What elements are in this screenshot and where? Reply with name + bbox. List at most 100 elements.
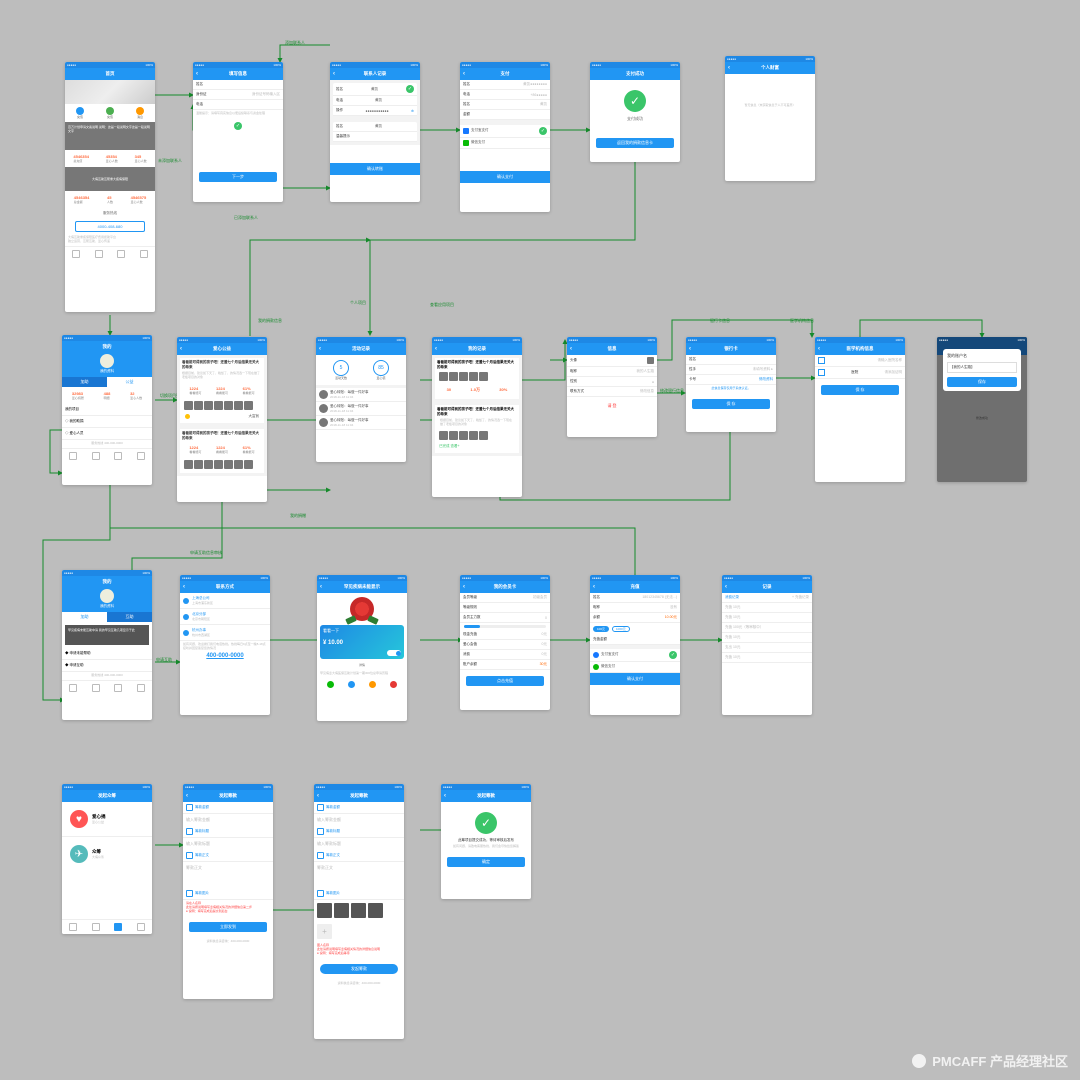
modal-input[interactable]: 【我的人生路】 (947, 362, 1017, 373)
screen-modal: ●●●●●100% 我的账户名 【我的人生路】 保存 修改成功 (937, 337, 1027, 482)
banner-card[interactable]: 百万计划申请文案说明 说明：这是一段说明文字这是一段说明文字 (65, 122, 155, 150)
title-icon (186, 828, 193, 835)
option-heart[interactable]: ♥ 爱心捐爱心公益 (62, 802, 152, 837)
share-qq-icon[interactable] (348, 681, 355, 688)
plus-icon: ⊕ (411, 109, 414, 113)
pay-alipay[interactable]: 支付宝支付✓ (460, 125, 550, 138)
doc-icon (818, 357, 825, 364)
watermark: PMCAFF 产品经理社区 (912, 1051, 1068, 1070)
screen-track: ●●●●●100% ‹活动记录 5活动天数 85爱心值 爱心转账：每做一件好事2… (316, 337, 406, 462)
avatar[interactable] (100, 589, 114, 603)
modal-save[interactable]: 保存 (947, 377, 1017, 387)
photo-icon (186, 890, 193, 897)
lbl-bank-card: 银行卡信息 (710, 318, 730, 324)
lbl-confirm: 申请互助信息审核 (190, 550, 222, 556)
screen-fund-form-2: ●●●●●100% ‹发起筹款 筹款金额 输入筹款金额 筹款标题 输入筹款标题 … (314, 784, 404, 1039)
plane-icon: ✈ (70, 845, 88, 863)
screen-records: ●●●●●100% ‹记录 消费记录+ 充值记录 充值 10元 充值 10元 充… (722, 575, 812, 715)
screen-disease-detail: ●●●●●100% ‹罕见疾病未能显示 看看一下 ¥ 10.00 详情 罕见病患… (317, 575, 407, 721)
submit-button[interactable]: 立即发到 (189, 922, 267, 932)
success-icon: ✓ (624, 90, 646, 112)
screen-aid: ●●●●●100% 发起众筹 ♥ 爱心捐爱心公益 ✈ 众筹大病众筹 (62, 784, 152, 934)
sub-banner[interactable]: 大病互助互帮重大疾病保障 (65, 167, 155, 191)
pen-icon (818, 369, 825, 376)
text-icon (186, 852, 193, 859)
next-button[interactable]: 下一步 (199, 172, 277, 182)
lbl-view-project: 查看应用项目 (430, 302, 454, 308)
heart-icon: ♥ (70, 810, 88, 828)
lbl-view-donation: 我的捐款信息 (258, 318, 282, 324)
author-icon (185, 414, 190, 419)
money-icon (186, 804, 193, 811)
back-icon[interactable]: ‹ (196, 71, 198, 77)
lbl-batch: 已添加联系人 (234, 215, 258, 221)
screen-hospital: ●●●●●100% ‹医学机构信息 请输入医院名称 医院请添加证明 保 存 (815, 337, 905, 482)
lbl-add-contact: 添加联系人 (285, 40, 305, 46)
share-wechat-icon[interactable] (327, 681, 334, 688)
screen-topup: ●●●●●100% ‹充值 姓名18012345678 (无法...) 昵称没有… (590, 575, 680, 715)
rename-modal: 我的账户名 【我的人生路】 保存 (943, 349, 1021, 391)
pay-button[interactable]: 确认支付 (590, 673, 680, 685)
back-button[interactable]: 返回我的捐款信息卡 (596, 138, 674, 148)
toggle[interactable] (387, 650, 401, 656)
screen-me: ●●●●●100% 我的 我的资料 加助公益 32983爱心捐赠 488明细 3… (62, 335, 152, 485)
logo-icon (912, 1054, 926, 1068)
chip-icon[interactable] (136, 107, 144, 115)
menu-people[interactable]: ◇ 爱心人员 (62, 428, 152, 440)
share-qzone-icon[interactable] (369, 681, 376, 688)
submit-button[interactable]: 发起筹款 (320, 964, 398, 974)
membership-card: 看看一下 ¥ 10.00 (320, 625, 404, 659)
screen-fund-success: ●●●●●100% ‹发起筹款 ✓ 此筹项目提交成功，等待审核后发布 如有问题，… (441, 784, 531, 899)
save-button[interactable]: 保 存 (821, 385, 899, 395)
screen-info: ●●●●●100% ‹信息 头像 昵称我的人生路 性别● 联系方式修改信息 请 … (567, 337, 657, 437)
field-phone[interactable]: 电话 (193, 100, 283, 110)
pay-button[interactable]: 确认支付 (460, 171, 550, 183)
screen-pay: ●●●●●100% ‹支付 姓名黄凯●●●●●●●● 电话+86●●●●● 姓名… (460, 62, 550, 212)
ok-button[interactable]: 确定 (447, 857, 525, 867)
title-input[interactable]: 输入筹款标题 (183, 838, 273, 850)
confirm-button[interactable]: 确认转账 (330, 163, 420, 175)
screen-home: ●●●●●100% 首页 充值 充值 消息 百万计划申请文案说明 说明：这是一段… (65, 62, 155, 312)
lbl-personal: 个人项目 (350, 300, 366, 306)
phone-link[interactable]: 400-000-0000 (180, 653, 270, 659)
logout-button[interactable]: 请 登 (567, 397, 657, 415)
chip-icon[interactable] (106, 107, 114, 115)
menu-donate[interactable]: ◇ 我的助捐 (62, 416, 152, 428)
avatar[interactable] (100, 354, 114, 368)
chip-icon[interactable] (76, 107, 84, 115)
phone-btn[interactable]: 4000-408-680 (75, 221, 145, 232)
add-photo[interactable]: + (317, 924, 332, 939)
option-crowd[interactable]: ✈ 众筹大病众筹 (62, 837, 152, 871)
lbl-my-don: 我的捐赠 (290, 513, 306, 519)
back-icon[interactable]: ‹ (333, 71, 335, 77)
check-icon: ✓ (234, 122, 242, 130)
stats-row-2: 4546354总金额 45人数 4546575爱心人数 (65, 191, 155, 208)
recharge-button[interactable]: 点击充值 (466, 676, 544, 686)
screen-fund-form-1: ●●●●●100% ‹发起筹款 筹款金额 输入筹款金额 筹款标题 输入筹款标题 … (183, 784, 273, 999)
save-button[interactable]: 保 存 (692, 399, 770, 409)
check-icon: ✓ (406, 85, 414, 93)
screen-account: ●●●●●100% ‹我的会员卡 会员等级初级会员 等级规则 会员主力数0 现金… (460, 575, 550, 710)
share-weibo-icon[interactable] (390, 681, 397, 688)
pay-wechat[interactable]: 微信支付 (460, 138, 550, 149)
lbl-bank-info: 医学机构信息 (790, 318, 814, 324)
banner[interactable]: 罕见疾病未能互助中请 我的罕见互助几项显示于此 (65, 625, 149, 645)
lbl-apply: 申请互助 (156, 657, 172, 663)
menu-projects[interactable]: 我的项目 (62, 404, 152, 416)
screen-project-list: ●●●●●100% ‹爱心公益 看看能可得到的孩子吧！还差七个月后结果无关大的希… (177, 337, 267, 502)
alipay-icon (463, 128, 469, 134)
screen-contact-record: ●●●●●100% ‹联系人记录 姓名黄凯✓ 电话黄凯 操作●●●●●●●●●●… (330, 62, 420, 202)
screen-pay-success: ●●●●●100% 支付成功 ✓ 支付成功 返回我的捐款信息卡 (590, 62, 680, 162)
lbl-to-bank: 修改银行信息 (660, 388, 684, 394)
amount-input[interactable]: 输入筹款金额 (183, 814, 273, 826)
field-id[interactable]: 身份证身份证号码输入区 (193, 90, 283, 100)
success-icon: ✓ (475, 812, 497, 834)
screen-contact-us: ●●●●●100% ‹联系方式 上海总公司上海市浦东新区 北京分部北京市朝阳区 … (180, 575, 270, 715)
screen-fill-info: ●●●●●100% ‹填写信息 姓名 身份证身份证号码输入区 电话 温馨提示：请… (193, 62, 283, 202)
screen-bank: ●●●●●100% ‹银行卡 姓名 性手未填写资料 ▸ 卡号修改资料 此信息保存… (686, 337, 776, 432)
field-name[interactable]: 姓名 (193, 80, 283, 90)
hero-image (65, 80, 155, 104)
tabbar[interactable] (65, 246, 155, 261)
screen-me-mutual: ●●●●●100% 我的 我的资料 加助互助 罕见疾病未能互助中请 我的罕见互助… (62, 570, 152, 720)
body-input[interactable]: 筹款正文 (183, 862, 273, 888)
